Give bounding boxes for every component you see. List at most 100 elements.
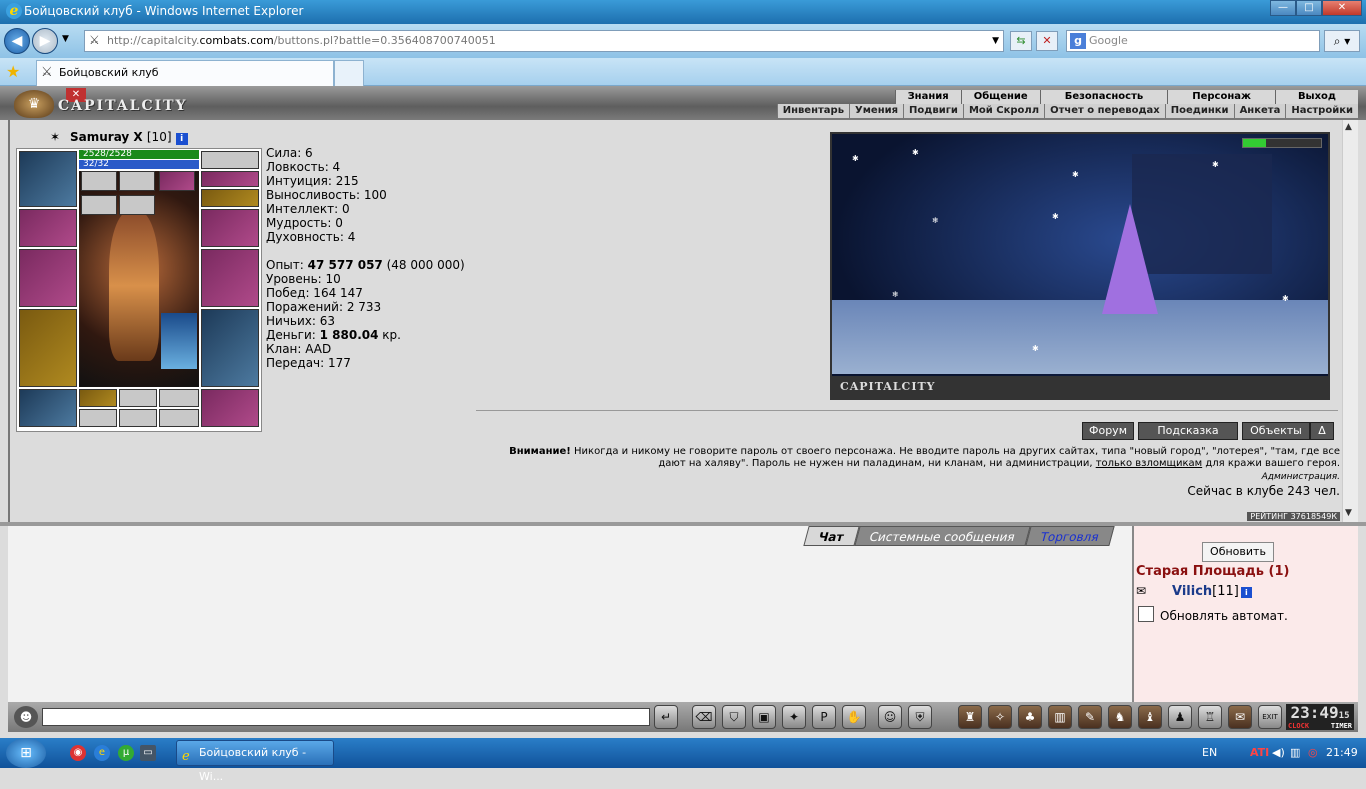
save-icon[interactable]: ▣	[752, 705, 776, 729]
back-button[interactable]: ◀	[4, 28, 30, 54]
armor-slot[interactable]	[19, 309, 77, 387]
armor-icon[interactable]: ♝	[1138, 705, 1162, 729]
refresh-icon[interactable]: ⇆	[1010, 31, 1032, 51]
tab-system-messages[interactable]: Системные сообщения	[854, 526, 1031, 546]
submenu-battles[interactable]: Поединки	[1164, 104, 1234, 118]
submenu-inventory[interactable]: Инвентарь	[776, 104, 849, 118]
location-view[interactable]: ✱ ✱ ❄ ✱ ✱ ✱ ❄ ✱ ✱ CAPITALCITY	[830, 132, 1330, 400]
submenu-transfer-report[interactable]: Отчет о переводах	[1044, 104, 1165, 118]
hand-icon[interactable]: ✋	[842, 705, 866, 729]
clan-icon[interactable]: ♖	[1198, 705, 1222, 729]
empty-slot-3[interactable]	[79, 409, 117, 427]
search-input[interactable]: g Google	[1066, 30, 1320, 52]
scroll-down-icon[interactable]: ▼	[1345, 508, 1352, 518]
close-window-button[interactable]: ✕	[1322, 0, 1362, 16]
submenu-profile[interactable]: Анкета	[1233, 104, 1286, 118]
christmas-tree[interactable]	[1102, 204, 1158, 314]
earrings-slot[interactable]	[201, 151, 259, 169]
network-icon[interactable]: ▥	[1290, 746, 1300, 759]
tab-active[interactable]: ⚔ Бойцовский клуб	[36, 60, 334, 86]
start-button[interactable]: ⊞	[6, 738, 46, 768]
auto-refresh-checkbox[interactable]	[1138, 606, 1154, 622]
empty-slot-4[interactable]	[119, 409, 157, 427]
desktop-icon[interactable]: ▭	[140, 745, 156, 761]
pet-icon[interactable]	[161, 313, 197, 369]
chrome-icon[interactable]: ◉	[70, 745, 86, 761]
ie-icon[interactable]: e	[94, 745, 110, 761]
send-icon[interactable]: ↵	[654, 705, 678, 729]
weapon-left-slot[interactable]	[19, 249, 77, 307]
fighter-icon[interactable]: ✦	[782, 705, 806, 729]
refresh-button[interactable]: Обновить	[1202, 542, 1274, 562]
chest-icon[interactable]: ▥	[1048, 705, 1072, 729]
hackers-link[interactable]: только взломщикам	[1096, 458, 1202, 469]
tab-chat[interactable]: Чат	[803, 526, 860, 546]
amulet-slot[interactable]	[159, 171, 195, 191]
volume-icon[interactable]: ◀)	[1272, 746, 1285, 759]
empty-slot-1[interactable]	[119, 389, 157, 407]
forward-button[interactable]: ▶	[32, 28, 58, 54]
taskbar-window-ie[interactable]: e Бойцовский клуб - Wi...	[176, 740, 334, 783]
rings-slot[interactable]	[201, 189, 259, 207]
search-go-button[interactable]: ⌕ ▾	[1324, 30, 1360, 52]
clock-timer[interactable]: 23:4915 CLOCK TIMER	[1286, 704, 1354, 730]
minimize-button[interactable]: —	[1270, 0, 1296, 16]
submenu-achievements[interactable]: Подвиги	[903, 104, 963, 118]
rune-slot-1[interactable]	[81, 195, 117, 215]
monk-icon[interactable]: ♜	[958, 705, 982, 729]
chat-input[interactable]	[42, 708, 650, 726]
submenu-my-scroll[interactable]: Мой Скролл	[962, 104, 1044, 118]
info-icon[interactable]: i	[175, 133, 188, 145]
menu-security[interactable]: Безопасность	[1039, 90, 1168, 104]
ati-icon[interactable]: ATI	[1250, 746, 1269, 759]
user-action-icon[interactable]: ✉	[1136, 584, 1146, 598]
belt-slot[interactable]	[19, 389, 77, 427]
scroll-slot[interactable]	[79, 389, 117, 407]
stop-icon[interactable]: ✕	[1036, 31, 1058, 51]
exit-icon[interactable]: EXIT	[1258, 705, 1282, 729]
collapse-button[interactable]: Δ	[1310, 422, 1334, 440]
scroll-up-icon[interactable]: ▲	[1345, 122, 1352, 132]
filter-icon[interactable]: ⛉	[722, 705, 746, 729]
submenu-skills[interactable]: Умения	[849, 104, 903, 118]
antivirus-icon[interactable]: ◎	[1308, 746, 1318, 759]
menu-knowledge[interactable]: Знания	[894, 90, 961, 104]
scroll-icon[interactable]: ✎	[1078, 705, 1102, 729]
warrior-icon[interactable]: ♞	[1108, 705, 1132, 729]
ring-slot-1[interactable]	[81, 171, 117, 191]
menu-communication[interactable]: Общение	[960, 90, 1040, 104]
weapon-right-slot[interactable]	[201, 249, 259, 307]
rating-badge[interactable]: РЕЙТИНГ 37618549К	[1247, 512, 1340, 521]
language-indicator[interactable]: EN	[1202, 746, 1217, 759]
bracers-slot[interactable]	[19, 209, 77, 247]
empty-slot-5[interactable]	[159, 409, 199, 427]
character-avatar[interactable]	[79, 171, 199, 387]
gloves-slot[interactable]	[201, 209, 259, 247]
address-dropdown-icon[interactable]: ▼	[992, 31, 999, 51]
mail-icon[interactable]: ✉	[1228, 705, 1252, 729]
ring-slot-2[interactable]	[119, 171, 155, 191]
main-scrollbar[interactable]: ▲ ▼	[1342, 120, 1358, 522]
empty-slot-2[interactable]	[159, 389, 199, 407]
boots-slot[interactable]	[201, 389, 259, 427]
new-tab-button[interactable]	[334, 60, 364, 86]
submenu-settings[interactable]: Настройки	[1285, 104, 1358, 118]
menu-character[interactable]: Персонаж	[1167, 90, 1275, 104]
helmet-icon[interactable]: ⛨	[908, 705, 932, 729]
eraser-icon[interactable]: ⌫	[692, 705, 716, 729]
smiley-icon[interactable]: ☺	[878, 705, 902, 729]
rune-slot-2[interactable]	[119, 195, 155, 215]
chat-pane[interactable]: Чат Системные сообщения Торговля	[8, 526, 1132, 702]
torch-icon[interactable]: ✧	[988, 705, 1012, 729]
tab-trade[interactable]: Торговля	[1025, 526, 1115, 546]
menu-exit[interactable]: Выход	[1274, 90, 1358, 104]
maximize-button[interactable]: □	[1296, 0, 1322, 16]
user-info-icon[interactable]: i	[1240, 587, 1252, 598]
utorrent-icon[interactable]: µ	[118, 745, 134, 761]
smile-face-icon[interactable]: ☻	[14, 706, 38, 728]
favorites-star-icon[interactable]: ★	[6, 62, 20, 81]
objects-button[interactable]: Объекты	[1242, 422, 1310, 440]
forum-button[interactable]: Форум	[1082, 422, 1134, 440]
private-icon[interactable]: P	[812, 705, 836, 729]
bag-icon[interactable]: ♣	[1018, 705, 1042, 729]
